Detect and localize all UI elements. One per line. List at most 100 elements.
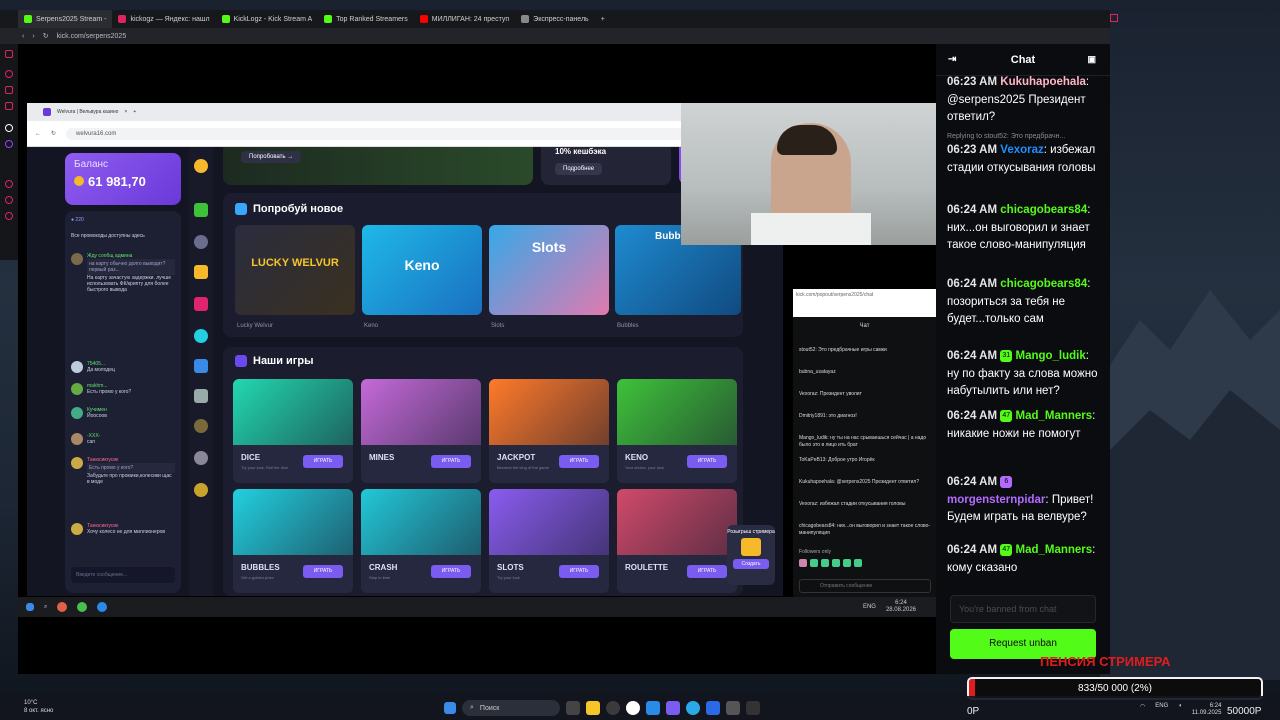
username[interactable]: chicagobears84	[1000, 204, 1087, 216]
tab-speed-dial[interactable]: Экспресс-панель	[515, 10, 595, 28]
username[interactable]: Mango_ludik	[1015, 350, 1085, 362]
tab-label: Экспресс-панель	[533, 15, 589, 23]
telegram-icon[interactable]	[686, 701, 700, 715]
subscriber-badge-icon: 6	[1000, 475, 1013, 488]
sidebar-history-icon[interactable]	[5, 102, 13, 110]
steam-icon[interactable]	[606, 701, 620, 715]
wifi-icon[interactable]: ◠	[1140, 703, 1145, 717]
cross-icon[interactable]	[194, 451, 208, 465]
username[interactable]: Kukuhapoehala	[1000, 76, 1086, 88]
game-tile-mines[interactable]: MINES ИГРАТЬ	[361, 379, 481, 483]
tab-label: МИЛЛИГАН: 24 преступ	[431, 15, 510, 23]
reload-icon[interactable]: ↻	[43, 32, 49, 40]
more-button[interactable]: Подробнее	[555, 163, 603, 175]
discord-icon[interactable]	[666, 701, 680, 715]
gem-icon[interactable]	[194, 297, 208, 311]
timestamp: 06:24 AM	[947, 410, 998, 422]
capcut-icon[interactable]	[746, 701, 760, 715]
bomb-icon[interactable]	[194, 235, 208, 249]
file-explorer-icon[interactable]	[586, 701, 600, 715]
play-button[interactable]: ИГРАТЬ	[687, 455, 727, 468]
create-giveaway-button[interactable]: Создать	[733, 559, 769, 569]
play-button[interactable]: ИГРАТЬ	[303, 565, 343, 578]
tab-serpens-stream[interactable]: Serpens2025 Stream -	[18, 10, 113, 28]
tab-milligan[interactable]: МИЛЛИГАН: 24 преступ	[414, 10, 515, 28]
sidebar-mail-icon[interactable]	[5, 86, 13, 94]
taskbar-search[interactable]: ⌕ Поиск	[462, 700, 560, 716]
cube-icon[interactable]	[194, 203, 208, 217]
slot-icon[interactable]	[194, 389, 208, 403]
username[interactable]: morgensternpidar	[947, 494, 1045, 506]
play-button[interactable]: ИГРАТЬ	[559, 565, 599, 578]
tab-kickogz[interactable]: kickogz — Яндекс: нашл	[112, 10, 215, 28]
tab-label: Top Ranked Streamers	[336, 15, 408, 23]
cookie-icon[interactable]	[194, 159, 208, 173]
game-tile-crash[interactable]: CRASH Stop in time ИГРАТЬ	[361, 489, 481, 593]
tab-kicklogz[interactable]: KickLogz - Kick Stream A	[216, 10, 319, 28]
popout-chat-message: chicagobears84: них...он выговорил и зна…	[799, 523, 931, 536]
game-name: MINES	[369, 453, 395, 462]
sidebar-shop-icon[interactable]	[5, 50, 13, 58]
play-button[interactable]: ИГРАТЬ	[559, 455, 599, 468]
game-caption: Bubbles	[617, 323, 639, 329]
coin-icon[interactable]	[194, 483, 208, 497]
chat-input[interactable]: You're banned from chat	[950, 595, 1096, 623]
game-tile-roulette[interactable]: ROULETTE ИГРАТЬ	[617, 489, 737, 593]
game-card-slots[interactable]: Slots	[489, 225, 609, 315]
play-button[interactable]: ИГРАТЬ	[303, 455, 343, 468]
sidebar-clock-icon[interactable]	[5, 180, 13, 188]
username[interactable]: Mad_Manners	[1015, 544, 1092, 556]
play-button[interactable]: ИГРАТЬ	[431, 455, 471, 468]
casino-chat-input[interactable]: Введите сообщение...	[71, 567, 175, 583]
sidebar-heart-icon[interactable]	[5, 196, 13, 204]
users-icon[interactable]: ▣	[1087, 54, 1096, 65]
game-tile-jackpot[interactable]: JACKPOT Become the king of the game ИГРАТЬ	[489, 379, 609, 483]
chart-icon[interactable]	[194, 359, 208, 373]
minimize-icon[interactable]	[1110, 14, 1118, 22]
game-tile-dice[interactable]: DICE Try your luck. Roll the dice ИГРАТЬ	[233, 379, 353, 483]
play-button[interactable]: ИГРАТЬ	[431, 565, 471, 578]
chat-message: 06:23 AM Kukuhapoehala: @serpens2025 Пре…	[947, 76, 1090, 123]
username[interactable]: chicagobears84	[1000, 278, 1087, 290]
sidebar-settings-icon[interactable]	[5, 212, 13, 220]
back-icon[interactable]: ‹	[22, 33, 24, 40]
game-tile-keno[interactable]: KENO Your choice, your luck ИГРАТЬ	[617, 379, 737, 483]
username[interactable]: Mad_Manners	[1015, 410, 1092, 422]
forward-icon[interactable]: ›	[32, 33, 34, 40]
lang-indicator[interactable]: ENG	[1155, 703, 1168, 717]
game-card-keno[interactable]: Keno	[362, 225, 482, 315]
try-button[interactable]: Попробовать →	[241, 151, 302, 163]
collapse-chat-icon[interactable]: ⇥	[948, 54, 956, 65]
chat-message: Танюсикгусик Есть промо у кого? Забудьте п…	[71, 457, 175, 485]
volume-icon[interactable]: ◖	[1178, 703, 1182, 717]
crown-icon[interactable]	[194, 265, 208, 279]
roulette-icon[interactable]	[194, 419, 208, 433]
sidebar-wallet-icon[interactable]	[5, 70, 13, 78]
sidebar-kick-icon[interactable]	[5, 124, 13, 132]
popout-chat-message: Mango_ludik: ну ты на нас срываешься сей…	[799, 435, 927, 448]
settings-icon[interactable]	[726, 701, 740, 715]
timestamp: 06:24 AM	[947, 350, 998, 362]
obs-icon[interactable]	[706, 701, 720, 715]
tab-top-ranked[interactable]: Top Ranked Streamers	[318, 10, 414, 28]
url-field[interactable]: kick.com/serpens2025	[57, 33, 127, 40]
promo-banner: Попробовать → 10% кешбэка Подробнее	[223, 147, 753, 185]
yandex-browser-icon[interactable]	[626, 701, 640, 715]
task-view-icon[interactable]	[566, 701, 580, 715]
bubbles-icon[interactable]	[194, 329, 208, 343]
weather-widget[interactable]: 10°C 8 окт. ясно	[24, 699, 53, 715]
new-tab-button[interactable]: +	[595, 10, 611, 28]
sidebar-twitch-icon[interactable]	[5, 140, 13, 148]
browser-window-controls	[1110, 10, 1126, 260]
windows-start-icon[interactable]	[444, 702, 456, 714]
game-tile-slots[interactable]: SLOTS Try your luck ИГРАТЬ	[489, 489, 609, 593]
game-tile-bubbles[interactable]: BUBBLES Get a golden prize ИГРАТЬ	[233, 489, 353, 593]
game-card-lucky-welvur[interactable]: LUCKY WELVUR	[235, 225, 355, 315]
username[interactable]: Vexoraz	[1000, 144, 1043, 156]
play-button[interactable]: ИГРАТЬ	[687, 565, 727, 578]
vscode-icon[interactable]	[646, 701, 660, 715]
grid-icon	[521, 15, 530, 23]
cashback-text: 10% кешбэка	[555, 147, 607, 156]
game-name: DICE	[241, 453, 261, 462]
clock[interactable]: 6:24 11.09.2025	[1192, 703, 1222, 717]
